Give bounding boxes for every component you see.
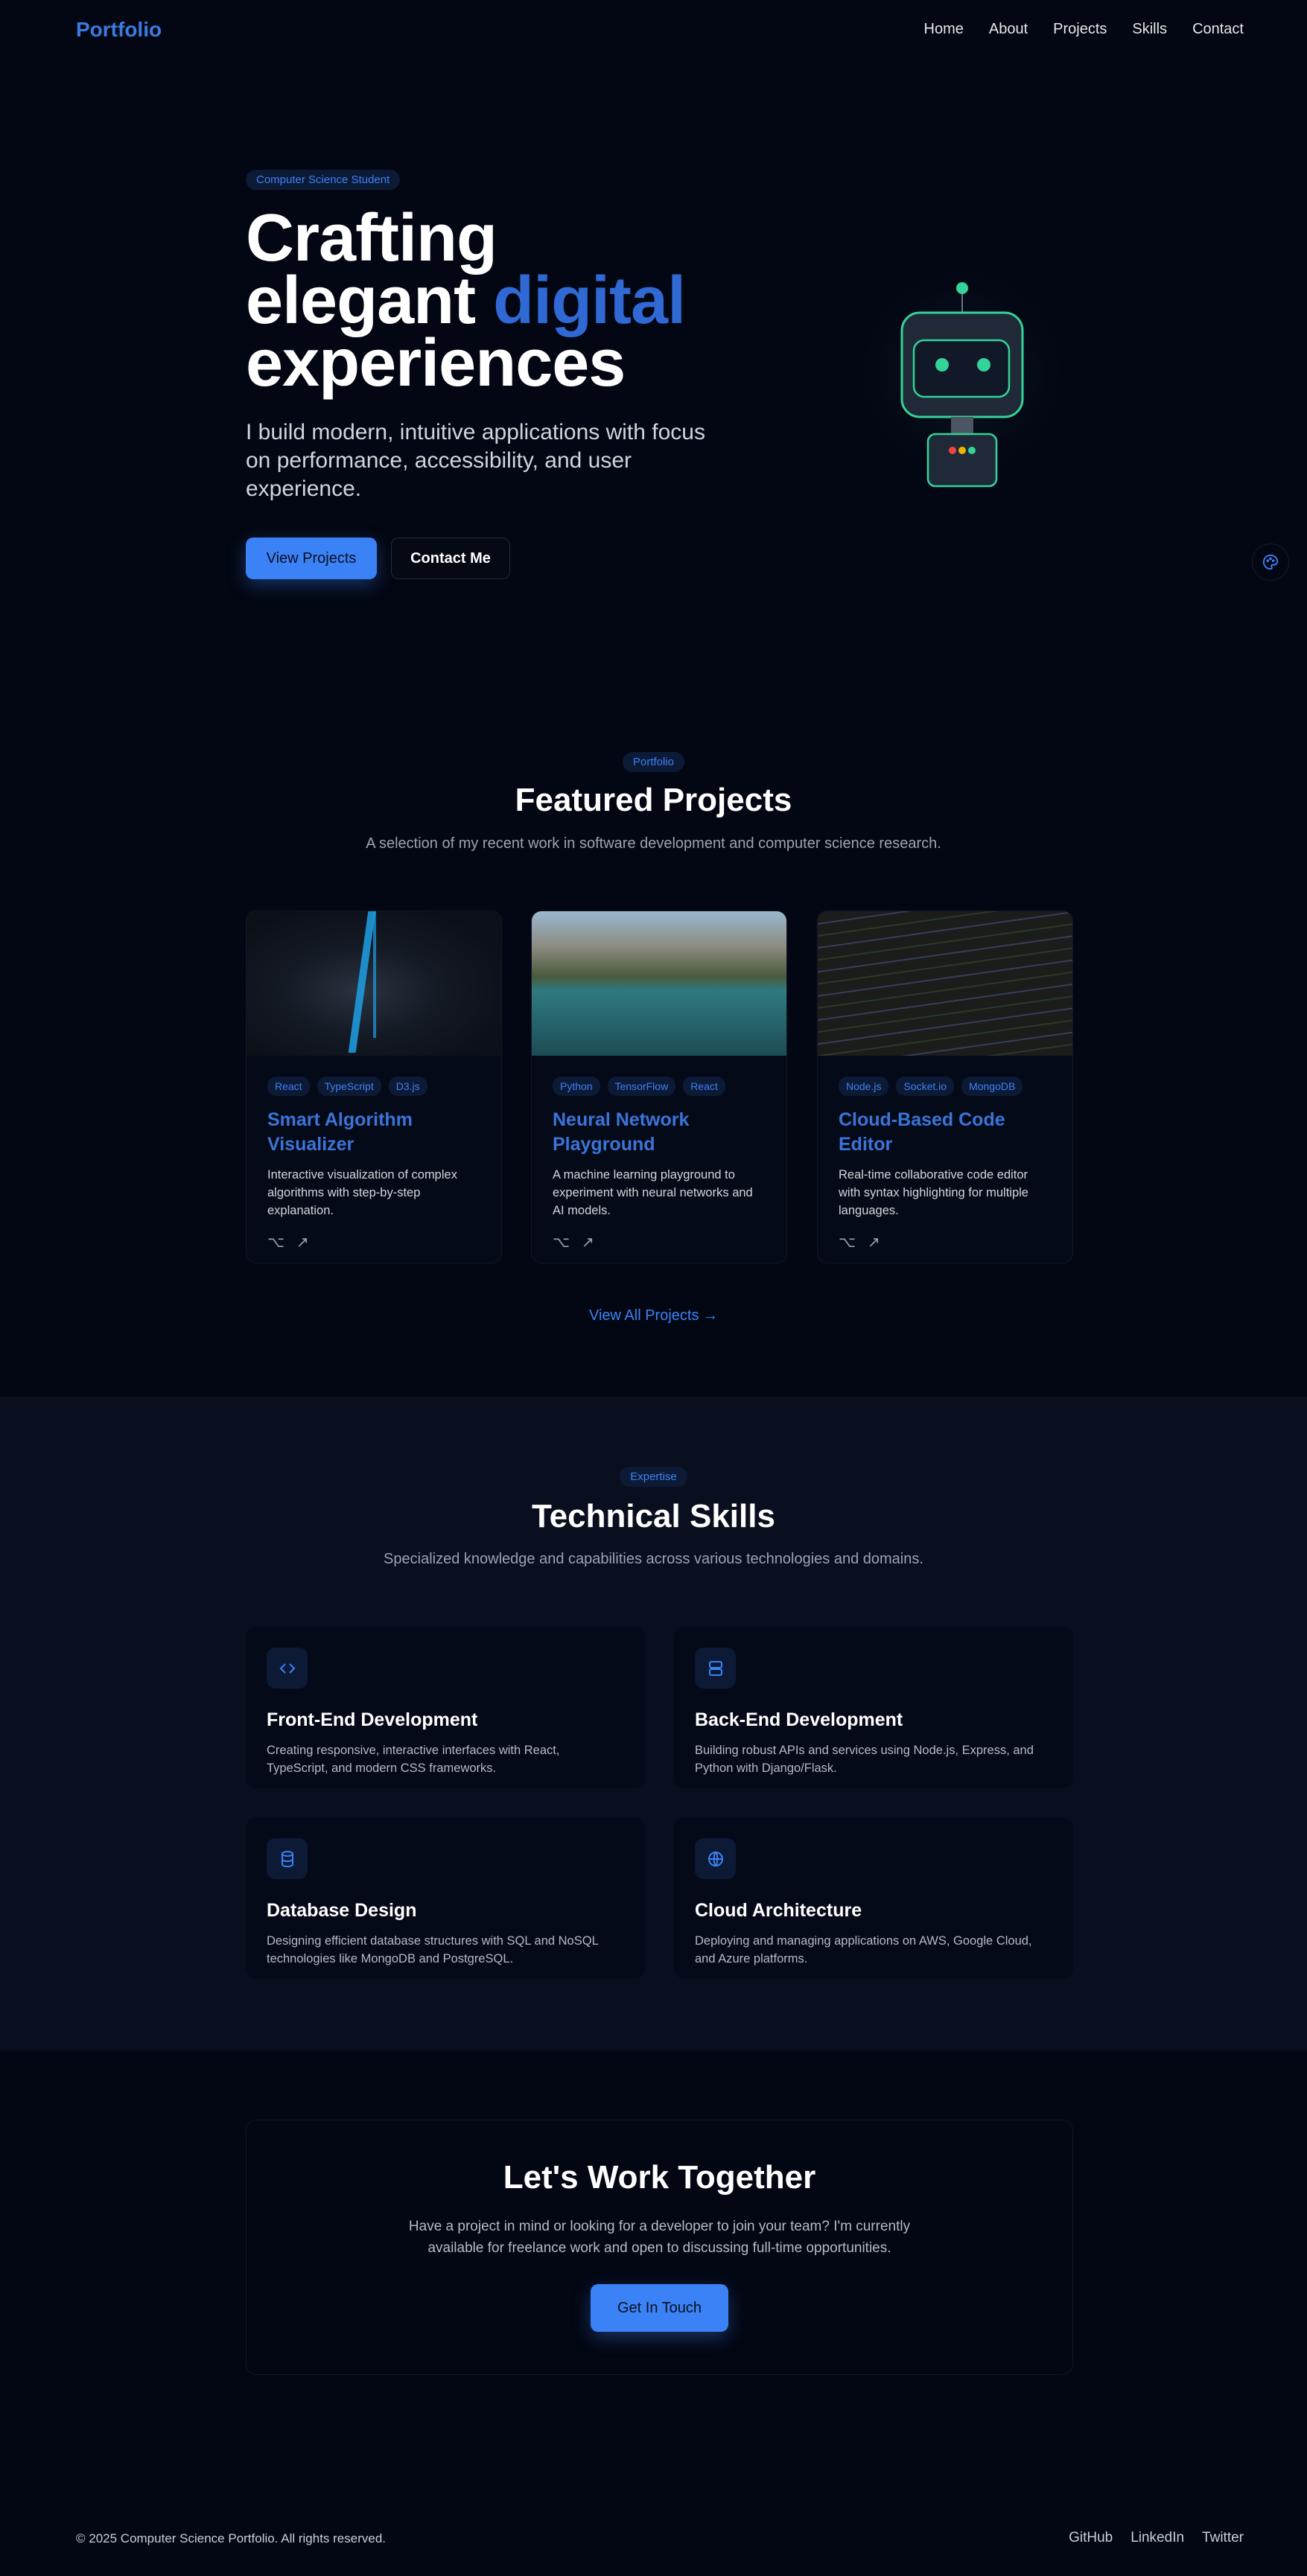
github-icon[interactable]: ⌥ xyxy=(553,1233,570,1252)
footer-github-link[interactable]: GitHub xyxy=(1069,2530,1113,2546)
main-nav: Home About Projects Skills Contact xyxy=(924,21,1244,38)
project-card[interactable]: Node.js Socket.io MongoDB Cloud-Based Code… xyxy=(817,911,1073,1263)
skill-description: Deploying and managing applications on A… xyxy=(695,1934,1032,1966)
footer-linkedin-link[interactable]: LinkedIn xyxy=(1130,2530,1184,2546)
projects-subtitle: A selection of my recent work in softwar… xyxy=(366,835,941,852)
projects-title: Featured Projects xyxy=(515,782,792,818)
copyright: © 2025 Computer Science Portfolio. All r… xyxy=(76,2531,387,2545)
skill-card: Cloud Architecture Deploying and managin… xyxy=(674,1817,1073,1979)
footer-links: GitHub LinkedIn Twitter xyxy=(1069,2530,1244,2546)
tech-tag: TypeScript xyxy=(317,1077,381,1096)
project-description: A machine learning playground to experim… xyxy=(553,1168,753,1217)
project-image xyxy=(818,911,1072,1056)
external-link-icon[interactable]: ↗ xyxy=(582,1233,594,1252)
project-image xyxy=(247,911,501,1056)
skill-card: Front-End Development Creating responsiv… xyxy=(246,1627,645,1788)
project-image xyxy=(532,911,786,1056)
hero-title: Crafting elegant digital experiences xyxy=(246,205,686,397)
view-projects-button[interactable]: View Projects xyxy=(246,538,377,579)
cta-title: Let's Work Together xyxy=(503,2159,816,2196)
server-icon xyxy=(695,1648,736,1689)
skill-title: Database Design xyxy=(267,1900,417,1921)
get-in-touch-button[interactable]: Get In Touch xyxy=(591,2284,728,2332)
nav-contact[interactable]: Contact xyxy=(1192,21,1244,38)
external-link-icon[interactable]: ↗ xyxy=(868,1233,880,1252)
nav-projects[interactable]: Projects xyxy=(1053,21,1107,38)
logo[interactable]: Portfolio xyxy=(76,18,162,42)
skill-card: Back-End Development Building robust API… xyxy=(674,1627,1073,1788)
skill-title: Cloud Architecture xyxy=(695,1900,862,1921)
skill-title: Back-End Development xyxy=(695,1709,903,1730)
project-card[interactable]: Python TensorFlow React Neural Network Pla… xyxy=(531,911,787,1263)
project-description: Interactive visualization of complex alg… xyxy=(267,1168,457,1217)
tech-tag: React xyxy=(683,1077,725,1096)
project-title[interactable]: Cloud-Based Code Editor xyxy=(839,1108,1052,1157)
tech-tag: React xyxy=(267,1077,310,1096)
cta-box: Let's Work Together Have a project in mi… xyxy=(246,2120,1073,2375)
tech-tag: Node.js xyxy=(839,1077,889,1096)
nav-home[interactable]: Home xyxy=(924,21,964,38)
skill-card: Database Design Designing efficient data… xyxy=(246,1817,645,1979)
skills-section xyxy=(0,1397,1307,2050)
skill-description: Designing efficient database structures … xyxy=(267,1934,599,1966)
project-card[interactable]: React TypeScript D3.js Smart Algorithm Vis… xyxy=(246,911,502,1263)
project-description: Real-time collaborative code editor with… xyxy=(839,1168,1028,1217)
project-title[interactable]: Smart Algorithm Visualizer xyxy=(267,1108,480,1157)
globe-icon xyxy=(695,1838,736,1879)
skills-subtitle: Specialized knowledge and capabilities a… xyxy=(384,1551,923,1567)
skill-description: Creating responsive, interactive interfa… xyxy=(267,1744,560,1775)
hero-subtitle: I build modern, intuitive applications w… xyxy=(246,420,705,501)
code-icon xyxy=(267,1648,308,1689)
database-icon xyxy=(267,1838,308,1879)
skill-title: Front-End Development xyxy=(267,1709,478,1730)
tech-tag: Socket.io xyxy=(896,1077,955,1096)
project-title[interactable]: Neural Network Playground xyxy=(553,1108,766,1157)
skills-title: Technical Skills xyxy=(532,1498,775,1534)
view-all-projects-link[interactable]: View All Projects → xyxy=(0,1307,1307,1324)
github-icon[interactable]: ⌥ xyxy=(267,1233,284,1252)
tech-tag: TensorFlow xyxy=(607,1077,676,1096)
contact-me-button[interactable]: Contact Me xyxy=(391,538,510,579)
footer-twitter-link[interactable]: Twitter xyxy=(1202,2530,1244,2546)
tech-tag: Python xyxy=(553,1077,600,1096)
external-link-icon[interactable]: ↗ xyxy=(296,1233,309,1252)
skill-description: Building robust APIs and services using … xyxy=(695,1744,1034,1775)
palette-icon xyxy=(1262,554,1279,570)
tech-tag: MongoDB xyxy=(961,1077,1023,1096)
theme-palette-button[interactable] xyxy=(1252,543,1289,581)
tech-tag: D3.js xyxy=(388,1077,427,1096)
cta-text: Have a project in mind or looking for a … xyxy=(408,2219,911,2256)
nav-about[interactable]: About xyxy=(989,21,1028,38)
projects-badge: Portfolio xyxy=(622,752,685,772)
title-line: experiences xyxy=(246,326,626,401)
github-icon[interactable]: ⌥ xyxy=(839,1233,856,1252)
hero-badge: Computer Science Student xyxy=(246,170,401,190)
robot-illustration xyxy=(850,268,1074,488)
skills-badge: Expertise xyxy=(620,1467,687,1487)
nav-skills[interactable]: Skills xyxy=(1132,21,1167,38)
